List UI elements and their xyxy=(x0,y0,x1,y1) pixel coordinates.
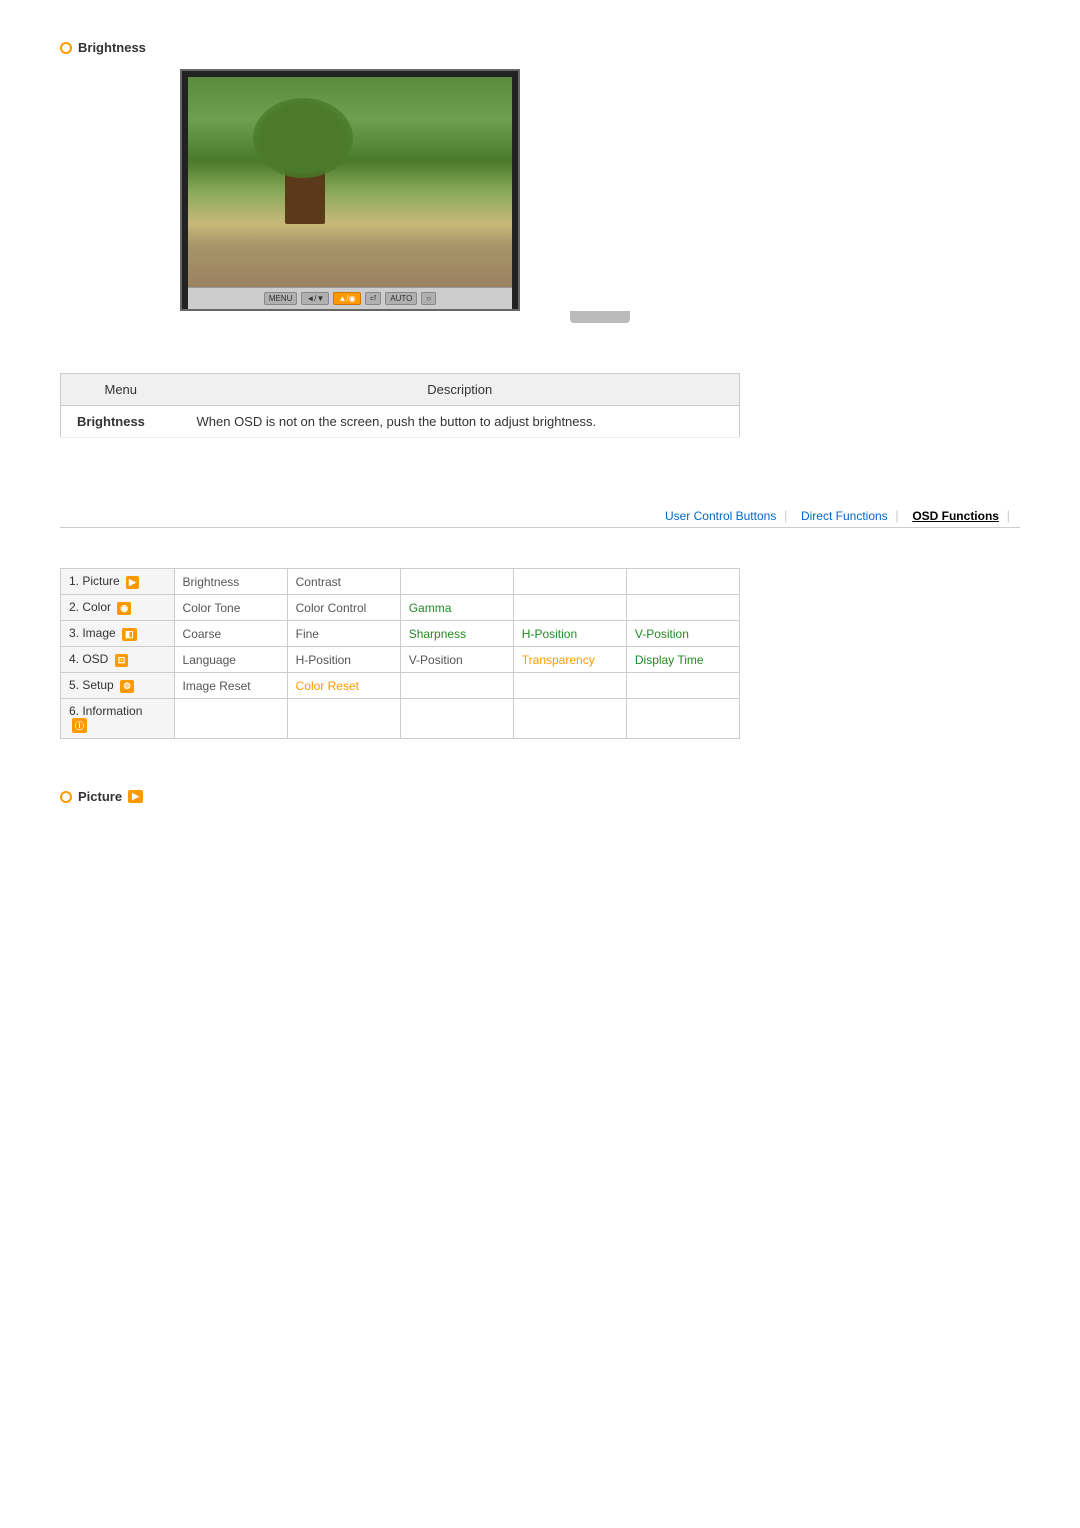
sub-h-position-image: H-Position xyxy=(513,621,626,647)
sub-v-position-image: V-Position xyxy=(626,621,739,647)
enter-btn: ⏎ xyxy=(365,292,382,305)
menu-btn: MENU xyxy=(264,292,298,305)
sub-transparency: Transparency xyxy=(513,647,626,673)
sub-empty-3 xyxy=(626,569,739,595)
sub-display-time: Display Time xyxy=(626,647,739,673)
menu-item-picture: 1. Picture ▶ xyxy=(61,569,175,595)
monitor-stand xyxy=(570,311,630,323)
nav-tabs: User Control Buttons | Direct Functions … xyxy=(60,508,1020,528)
sub-gamma: Gamma xyxy=(400,595,513,621)
sub-brightness: Brightness xyxy=(174,569,287,595)
brightness-section-header: Brightness xyxy=(60,40,1020,55)
osd-functions-grid: 1. Picture ▶ Brightness Contrast 2. Colo… xyxy=(60,568,740,739)
table-cell-description: When OSD is not on the screen, push the … xyxy=(181,406,740,438)
sub-empty-13 xyxy=(626,699,739,739)
sub-empty-4 xyxy=(513,595,626,621)
sub-sharpness: Sharpness xyxy=(400,621,513,647)
menu-label-setup: 5. Setup xyxy=(69,678,114,692)
tab-user-control-buttons[interactable]: User Control Buttons xyxy=(665,509,776,523)
osd-row-information: 6. Information ⓘ xyxy=(61,699,740,739)
brightness-info-table: Menu Description Brightness When OSD is … xyxy=(60,373,740,438)
sub-empty-12 xyxy=(513,699,626,739)
image-icon-badge: ◧ xyxy=(122,628,137,641)
monitor-controls: MENU ◄/▼ ▲/◉ ⏎ AUTO ○ xyxy=(188,287,512,309)
picture-icon-badge-bottom: ▶ xyxy=(128,790,143,803)
osd-row-setup: 5. Setup ⚙ Image Reset Color Reset xyxy=(61,673,740,699)
table-cell-menu: Brightness xyxy=(61,406,181,438)
up-btn: ▲/◉ xyxy=(333,292,360,305)
down-btn: ◄/▼ xyxy=(301,292,329,305)
table-row: Brightness When OSD is not on the screen… xyxy=(61,406,740,438)
picture-section-header: Picture ▶ xyxy=(60,789,1020,804)
osd-row-picture: 1. Picture ▶ Brightness Contrast xyxy=(61,569,740,595)
brightness-title: Brightness xyxy=(78,40,146,55)
sub-empty-9 xyxy=(174,699,287,739)
menu-label-image: 3. Image xyxy=(69,626,116,640)
sub-coarse: Coarse xyxy=(174,621,287,647)
sub-language: Language xyxy=(174,647,287,673)
table-col-description: Description xyxy=(181,374,740,406)
sub-color-reset: Color Reset xyxy=(287,673,400,699)
sub-empty-1 xyxy=(400,569,513,595)
monitor-screen xyxy=(188,77,512,287)
sub-color-tone: Color Tone xyxy=(174,595,287,621)
sub-empty-7 xyxy=(513,673,626,699)
menu-label-osd: 4. OSD xyxy=(69,652,108,666)
menu-item-color: 2. Color ◉ xyxy=(61,595,175,621)
information-icon-badge: ⓘ xyxy=(72,718,87,733)
osd-row-color: 2. Color ◉ Color Tone Color Control Gamm… xyxy=(61,595,740,621)
sub-empty-2 xyxy=(513,569,626,595)
monitor-illustration: MENU ◄/▼ ▲/◉ ⏎ AUTO ○ xyxy=(180,69,1020,323)
picture-bullet-icon xyxy=(60,791,72,803)
osd-row-osd: 4. OSD ⊡ Language H-Position V-Position … xyxy=(61,647,740,673)
menu-label-information: 6. Information xyxy=(69,704,142,718)
sub-h-position-osd: H-Position xyxy=(287,647,400,673)
setup-icon-badge: ⚙ xyxy=(120,680,134,693)
sub-image-reset: Image Reset xyxy=(174,673,287,699)
color-icon-badge: ◉ xyxy=(117,602,131,615)
auto-btn: AUTO xyxy=(385,292,417,305)
sub-empty-8 xyxy=(626,673,739,699)
menu-label-picture: 1. Picture xyxy=(69,574,120,588)
sub-empty-11 xyxy=(400,699,513,739)
menu-item-image: 3. Image ◧ xyxy=(61,621,175,647)
sub-empty-5 xyxy=(626,595,739,621)
power-btn: ○ xyxy=(421,292,436,305)
bullet-icon xyxy=(60,42,72,54)
picture-title: Picture xyxy=(78,789,122,804)
osd-icon-badge: ⊡ xyxy=(115,654,129,667)
menu-item-osd: 4. OSD ⊡ xyxy=(61,647,175,673)
table-col-menu: Menu xyxy=(61,374,181,406)
monitor-frame: MENU ◄/▼ ▲/◉ ⏎ AUTO ○ xyxy=(180,69,520,311)
tab-direct-functions[interactable]: Direct Functions xyxy=(801,509,888,523)
sub-color-control: Color Control xyxy=(287,595,400,621)
sub-empty-6 xyxy=(400,673,513,699)
menu-item-setup: 5. Setup ⚙ xyxy=(61,673,175,699)
picture-icon-badge: ▶ xyxy=(126,576,139,589)
menu-item-information: 6. Information ⓘ xyxy=(61,699,175,739)
tab-osd-functions[interactable]: OSD Functions xyxy=(912,509,999,523)
osd-row-image: 3. Image ◧ Coarse Fine Sharpness H-Posit… xyxy=(61,621,740,647)
menu-label-color: 2. Color xyxy=(69,600,111,614)
sub-contrast: Contrast xyxy=(287,569,400,595)
sub-empty-10 xyxy=(287,699,400,739)
sub-fine: Fine xyxy=(287,621,400,647)
sub-v-position-osd: V-Position xyxy=(400,647,513,673)
